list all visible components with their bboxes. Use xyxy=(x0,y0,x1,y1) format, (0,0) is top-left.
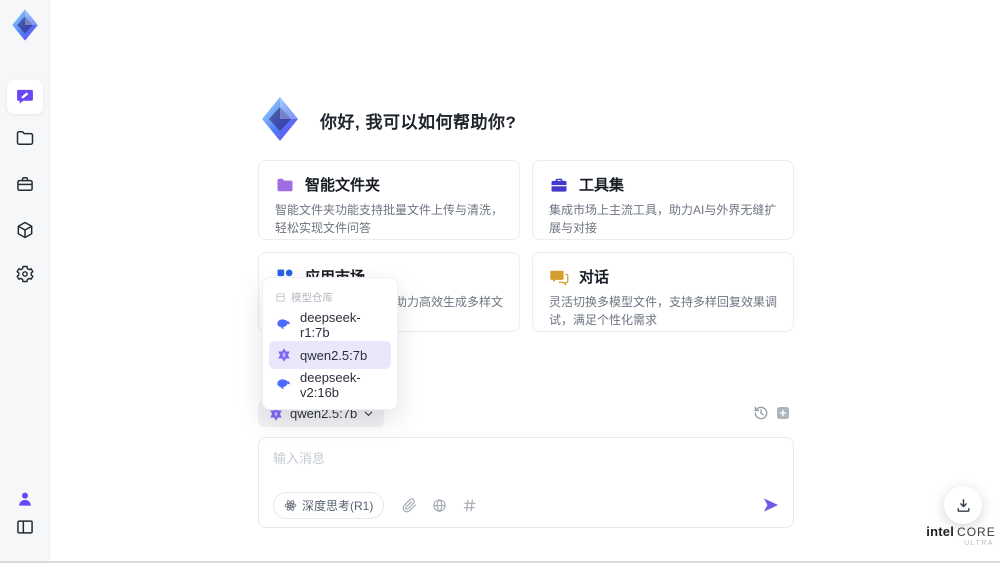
model-dropdown-header-label: 模型仓库 xyxy=(291,292,333,304)
card-description: 智能文件夹功能支持批量文件上传与清洗，轻松实现文件问答 xyxy=(275,203,504,235)
globe-icon[interactable] xyxy=(432,498,447,513)
card-description: 集成市场上主流工具，助力AI与外界无缝扩展与对接 xyxy=(549,203,777,235)
paperclip-icon[interactable] xyxy=(402,497,417,513)
sidebar-item-collapse-panel[interactable] xyxy=(0,517,50,537)
greeting-text: 你好, 我可以如何帮助你? xyxy=(320,113,517,132)
deepseek-icon xyxy=(276,317,292,333)
user-icon xyxy=(15,489,35,509)
app-logo-icon xyxy=(8,8,42,42)
app-logo-icon xyxy=(256,95,304,143)
model-option-label: deepseek-r1:7b xyxy=(300,310,361,340)
history-icon[interactable] xyxy=(753,405,769,421)
chat-bubble-icon xyxy=(549,267,569,287)
model-option-qwen[interactable]: qwen2.5:7b xyxy=(269,341,391,369)
message-input[interactable] xyxy=(273,448,773,488)
model-option-label: qwen2.5:7b xyxy=(300,347,368,363)
download-icon xyxy=(955,497,972,514)
folder-icon xyxy=(15,128,35,148)
sidebar-item-models[interactable] xyxy=(0,220,50,240)
package-icon xyxy=(15,220,35,240)
repository-icon xyxy=(275,292,286,303)
sidebar-item-files[interactable] xyxy=(0,128,50,148)
card-title: 工具集 xyxy=(579,177,625,194)
gear-icon xyxy=(15,264,35,284)
sidebar-item-account[interactable] xyxy=(0,489,50,509)
grid-hash-icon[interactable] xyxy=(462,498,477,513)
card-description: 灵活切换多模型文件，支持多样回复效果调试，满足个性化需求 xyxy=(549,295,778,327)
sidebar-item-settings[interactable] xyxy=(0,264,50,284)
atom-icon xyxy=(284,499,297,512)
card-title: 智能文件夹 xyxy=(305,177,381,194)
intel-core-text: CORE xyxy=(957,525,996,539)
model-option-deepseek-v2[interactable]: deepseek-v2:16b xyxy=(269,370,391,400)
card-title: 对话 xyxy=(579,269,610,286)
card-dialogue[interactable]: 对话 灵活切换多模型文件，支持多样回复效果调试，满足个性化需求 xyxy=(532,252,794,332)
intel-tier-text: ULTRA xyxy=(964,540,994,547)
card-smart-folder[interactable]: 智能文件夹 智能文件夹功能支持批量文件上传与清洗，轻松实现文件问答 xyxy=(258,160,520,240)
new-chat-icon[interactable] xyxy=(775,405,791,421)
panel-icon xyxy=(15,517,35,537)
sidebar xyxy=(0,0,50,563)
toolbox-icon xyxy=(549,175,569,195)
chat-icon xyxy=(15,87,35,107)
qwen-icon xyxy=(276,347,292,363)
sidebar-item-chat[interactable] xyxy=(7,80,43,114)
model-dropdown-menu: 模型仓库 deepseek-r1:7b qwen2.5:7b deepseek-… xyxy=(262,277,398,410)
deep-think-toggle[interactable]: 深度思考(R1) xyxy=(273,491,385,519)
toolbox-icon xyxy=(15,174,35,194)
download-button[interactable] xyxy=(944,486,982,524)
deepseek-icon xyxy=(276,377,292,393)
send-icon[interactable] xyxy=(761,495,781,515)
message-composer: 深度思考(R1) xyxy=(258,437,794,528)
sidebar-item-tools[interactable] xyxy=(0,174,50,194)
model-option-deepseek-r1[interactable]: deepseek-r1:7b xyxy=(269,310,391,340)
deep-think-label: 深度思考(R1) xyxy=(302,498,374,513)
model-option-label: deepseek-v2:16b xyxy=(300,370,361,400)
card-toolset[interactable]: 工具集 集成市场上主流工具，助力AI与外界无缝扩展与对接 xyxy=(532,160,794,240)
intel-logo-text: intel xyxy=(926,524,955,539)
model-dropdown-header: 模型仓库 xyxy=(263,284,397,309)
folder-icon xyxy=(275,175,295,195)
intel-core-badge: intel CORE ULTRA xyxy=(922,524,1000,547)
